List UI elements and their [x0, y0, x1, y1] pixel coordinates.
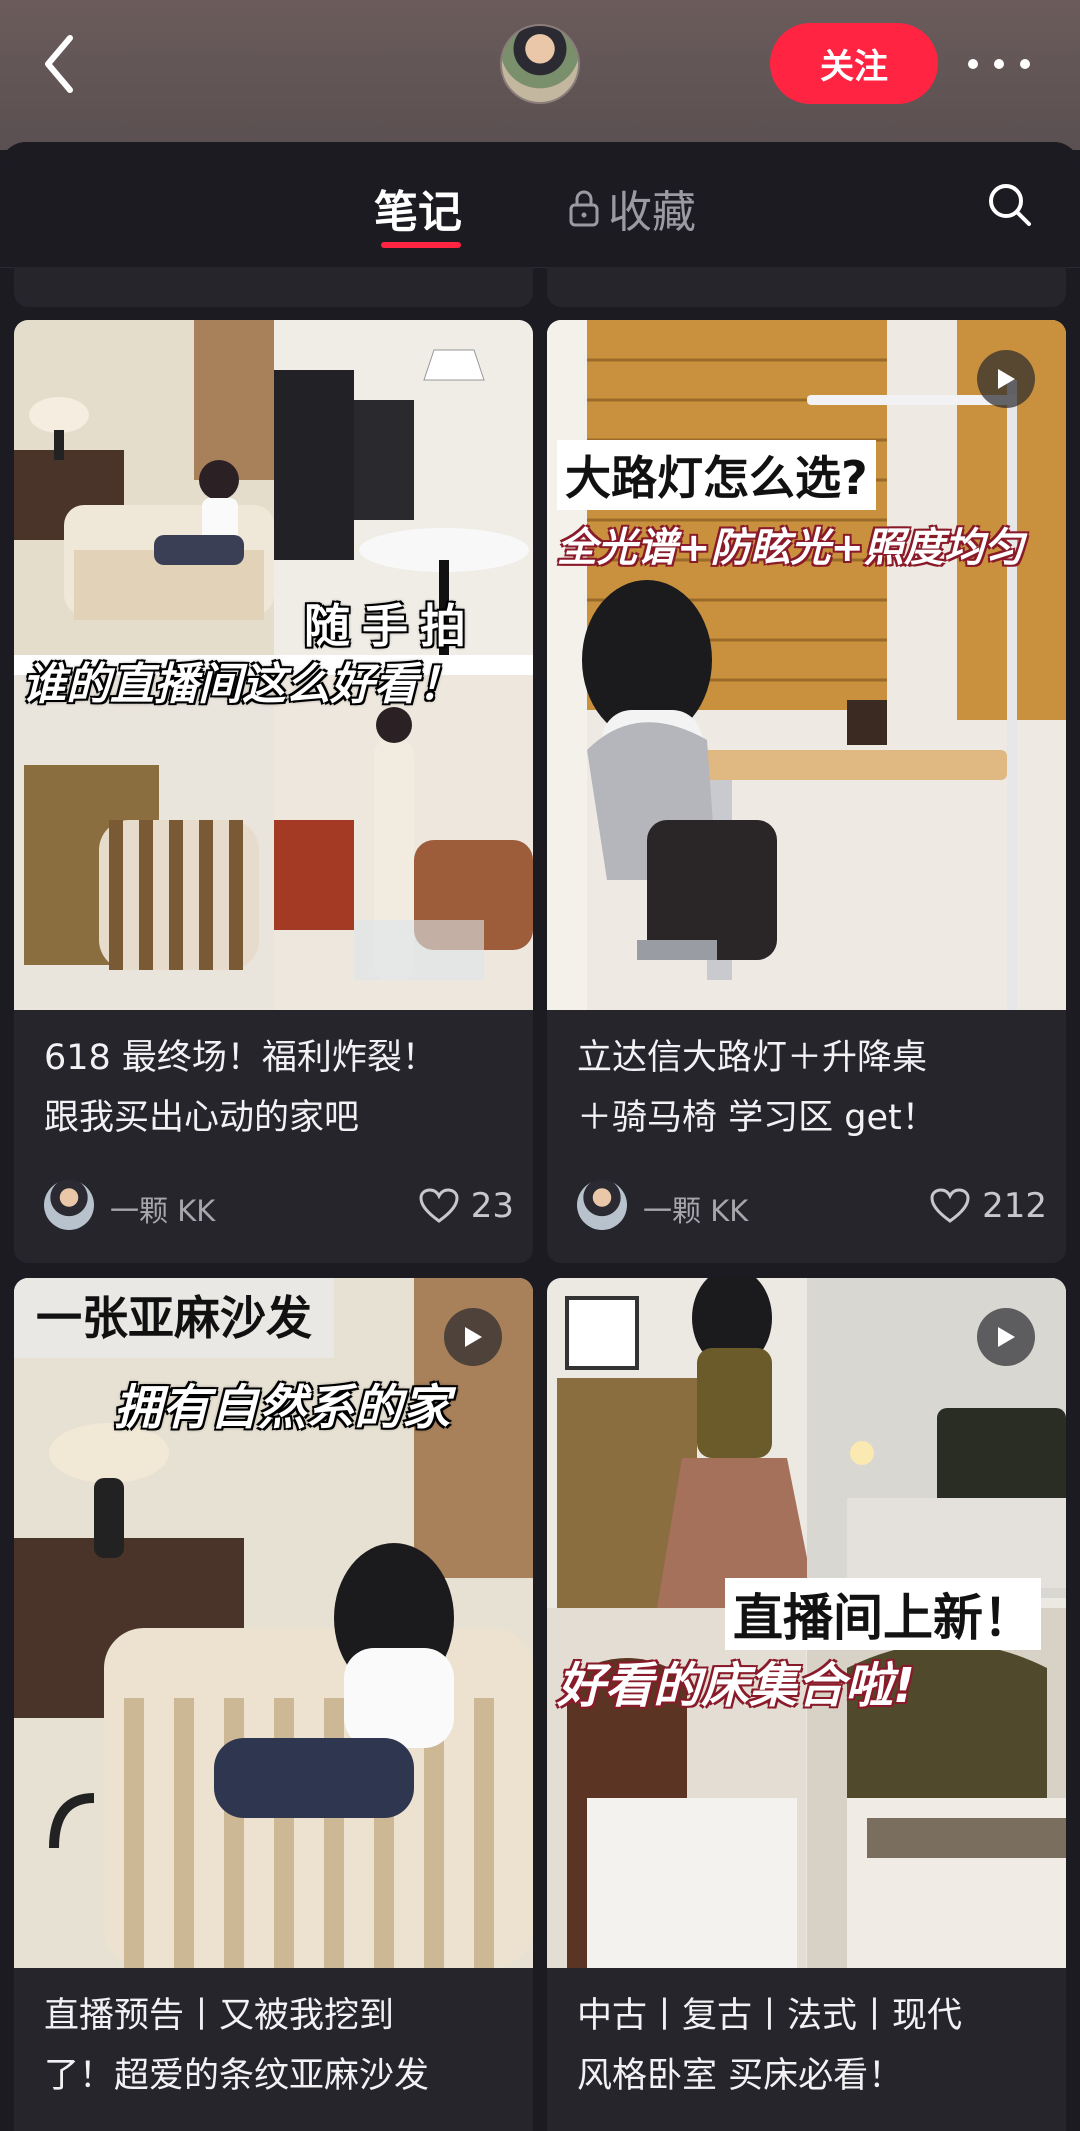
video-indicator	[977, 350, 1035, 408]
previous-card-bottom-left	[14, 267, 533, 307]
note-card[interactable]: 大路灯怎么选? 全光谱+防眩光+照度均匀 立达信大路灯＋升降桌 ＋骑马椅 学习区…	[547, 320, 1066, 1263]
author-name[interactable]: 一颗 KK	[643, 1188, 748, 1230]
note-title-line1: 中古丨复古丨法式丨现代	[577, 1996, 963, 2036]
note-title-line2: ＋骑马椅 学习区 get！	[577, 1098, 937, 1138]
note-title-line1: 直播预告丨又被我挖到	[44, 1996, 395, 2036]
note-cover-image: 直播间上新！ 好看的床集合啦!	[547, 1278, 1066, 1968]
like-count: 212	[982, 1186, 1047, 1226]
note-title: 直播预告丨又被我挖到 了！超爱的条纹亚麻沙发	[44, 1986, 514, 2106]
note-title: 618 最终场！福利炸裂！ 跟我买出心动的家吧	[44, 1028, 514, 1148]
cover-caption-line2: 拥有自然系的家	[114, 1380, 451, 1436]
note-cover-image: 一张亚麻沙发 拥有自然系的家	[14, 1278, 533, 1968]
author-avatar[interactable]	[577, 1180, 627, 1230]
note-card[interactable]: 直播间上新！ 好看的床集合啦! 中古丨复古丨法式丨现代 风格卧室 买床必看！	[547, 1278, 1066, 2131]
cover-caption-line1: 随手拍	[304, 599, 478, 653]
like-button[interactable]: 212	[930, 1186, 1047, 1226]
search-button[interactable]	[985, 180, 1035, 230]
cover-caption-line1: 大路灯怎么选?	[557, 440, 876, 510]
more-dot	[1020, 59, 1030, 69]
note-meta: 一颗 KK 212	[577, 1180, 1047, 1234]
cover-caption-line2: 谁的直播间这么好看！	[22, 659, 462, 710]
note-cover-image: 随手拍 谁的直播间这么好看！	[14, 320, 533, 1010]
note-title-line1: 618 最终场！福利炸裂！	[44, 1038, 437, 1078]
like-count: 23	[470, 1186, 514, 1226]
cover-caption-line1: 一张亚麻沙发	[14, 1278, 334, 1358]
back-arrow-icon	[45, 35, 73, 93]
follow-button[interactable]: 关注	[770, 23, 938, 104]
more-dot	[994, 59, 1004, 69]
note-card[interactable]: 一张亚麻沙发 拥有自然系的家 直播预告丨又被我挖到 了！超爱的条纹亚麻沙发	[14, 1278, 533, 2131]
video-indicator	[444, 1308, 502, 1366]
tab-notes[interactable]: 笔记	[374, 176, 462, 240]
note-title-line2: 了！超爱的条纹亚麻沙发	[44, 2056, 430, 2096]
note-title-line1: 立达信大路灯＋升降桌	[577, 1038, 928, 1078]
study-lamp-image	[547, 320, 1066, 1010]
tab-bar: 笔记 收藏	[0, 142, 1080, 268]
back-button[interactable]	[40, 28, 100, 100]
more-options-button[interactable]	[968, 50, 1030, 78]
note-title: 立达信大路灯＋升降桌 ＋骑马椅 学习区 get！	[577, 1028, 1047, 1148]
video-indicator	[977, 1308, 1035, 1366]
play-icon	[465, 1327, 482, 1347]
lock-icon	[569, 190, 599, 227]
search-icon	[989, 184, 1031, 226]
note-card[interactable]: 随手拍 谁的直播间这么好看！ 618 最终场！福利炸裂！ 跟我买出心动的家吧 一…	[14, 320, 533, 1263]
note-title-line2: 风格卧室 买床必看！	[577, 2056, 904, 2096]
play-icon	[998, 369, 1015, 389]
like-button[interactable]: 23	[419, 1186, 514, 1226]
note-title: 中古丨复古丨法式丨现代 风格卧室 买床必看！	[577, 1986, 1047, 2106]
note-title-line2: 跟我买出心动的家吧	[44, 1098, 360, 1138]
cover-caption-line2: 全光谱+防眩光+照度均匀	[557, 525, 1025, 571]
cover-caption-line1: 直播间上新！	[725, 1578, 1041, 1650]
cover-caption-line2: 好看的床集合啦!	[557, 1658, 915, 1714]
more-dots-icon	[968, 59, 978, 69]
author-name[interactable]: 一颗 KK	[110, 1188, 215, 1230]
active-tab-indicator	[381, 242, 461, 248]
note-cover-image: 大路灯怎么选? 全光谱+防眩光+照度均匀	[547, 320, 1066, 1010]
author-avatar[interactable]	[44, 1180, 94, 1230]
heart-icon	[419, 1188, 459, 1223]
tab-collections-label: 收藏	[608, 187, 696, 238]
heart-icon	[930, 1188, 970, 1223]
play-icon	[998, 1327, 1015, 1347]
previous-card-bottom-right	[547, 267, 1066, 307]
profile-avatar[interactable]	[500, 24, 580, 104]
tab-collections[interactable]: 收藏	[568, 176, 696, 240]
profile-header: 关注	[0, 0, 1080, 150]
note-meta: 一颗 KK 23	[44, 1180, 514, 1234]
